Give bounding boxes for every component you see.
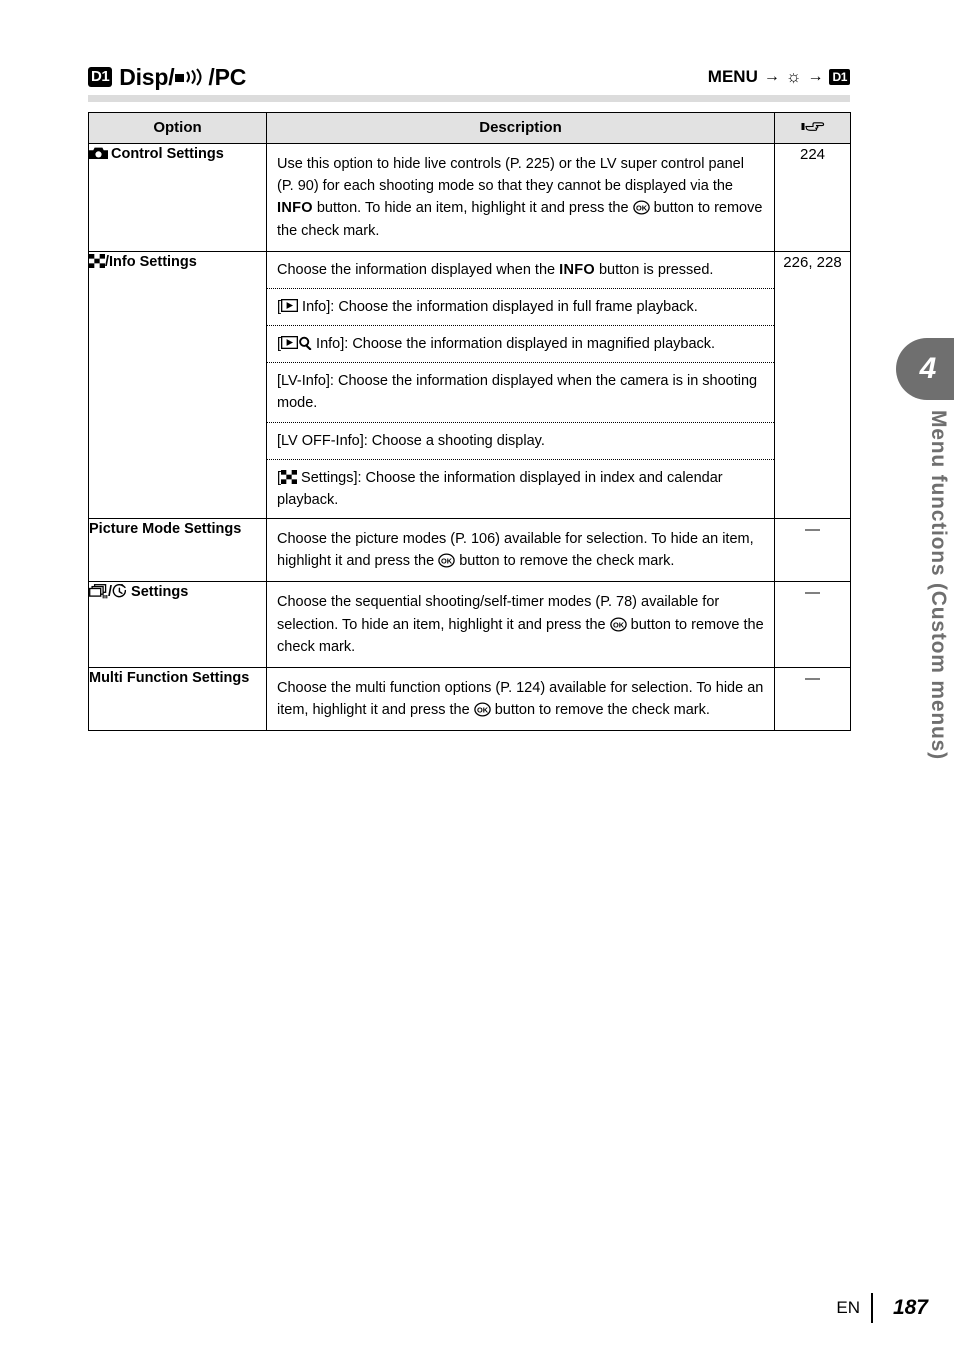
- table-row: Multi Function Settings Choose the multi…: [88, 666, 851, 732]
- reference-cell: 224: [774, 143, 851, 252]
- reference-cell: —: [774, 518, 851, 583]
- table-body: Control Settings Use this option to hide…: [88, 143, 851, 732]
- column-header-reference: [774, 112, 851, 144]
- description-paragraph: Choose the sequential shooting/self-time…: [277, 594, 764, 655]
- reference-cell: —: [774, 581, 851, 668]
- page-title-text: Disp/ /PC: [119, 64, 246, 91]
- description-paragraph: Use this option to hide live controls (P…: [277, 156, 763, 239]
- camera-icon: [89, 146, 108, 160]
- sequential-shooting-icon: [89, 584, 108, 599]
- description-paragraph: Choose the multi function options (P. 12…: [277, 679, 764, 719]
- ok-button-icon: OK: [473, 701, 491, 718]
- column-header-description: Description: [266, 112, 775, 144]
- description-subitem-lv-off-info: [LV OFF-Info]: Choose a shooting display…: [267, 421, 774, 459]
- description-cell: Choose the sequential shooting/self-time…: [266, 581, 775, 668]
- footer-language: EN: [836, 1298, 860, 1317]
- title-underline-rule: [88, 95, 850, 102]
- option-cell-control-settings: Control Settings: [88, 143, 267, 252]
- page-title-suffix: /PC: [208, 64, 247, 90]
- svg-text:OK: OK: [636, 204, 648, 213]
- title-row: D1 Disp/ /PC MENU → ☼ → D1: [88, 64, 850, 92]
- page-title-prefix: Disp/: [119, 64, 175, 90]
- description-cell: Choose the multi function options (P. 12…: [266, 666, 775, 732]
- beep-sound-icon: [174, 65, 208, 92]
- reference-cell: 226, 228: [774, 250, 851, 520]
- description-subitem-lv-info: [LV-Info]: Choose the information displa…: [267, 362, 774, 421]
- description-subitem-index-settings: [ Settings]: Choose the information disp…: [267, 458, 774, 518]
- table-row: Picture Mode Settings Choose the picture…: [88, 518, 851, 583]
- menu-target-d1-badge: D1: [829, 68, 850, 85]
- option-label: Settings: [127, 584, 189, 601]
- description-cell: Choose the picture modes (P. 106) availa…: [266, 518, 775, 583]
- svg-text:OK: OK: [477, 705, 489, 714]
- description-paragraph: Choose the picture modes (P. 106) availa…: [277, 531, 754, 570]
- svg-text:OK: OK: [613, 620, 625, 629]
- ok-button-icon: OK: [609, 616, 627, 633]
- gear-icon: ☼: [785, 67, 802, 86]
- table-header-row: Option Description: [88, 112, 851, 144]
- playback-icon: [280, 297, 299, 312]
- option-cell-info-settings: /Info Settings: [88, 250, 267, 520]
- ok-button-icon: OK: [632, 199, 650, 216]
- magnify-icon: [298, 335, 312, 351]
- arrow-right-icon: →: [763, 67, 780, 85]
- description-subitem-playback-info: [ Info]: Choose the information displaye…: [267, 287, 774, 325]
- chapter-tab: 4: [896, 338, 954, 400]
- index-checker-icon: [89, 253, 105, 268]
- reference-cell: —: [774, 666, 851, 732]
- option-label: Control Settings: [111, 146, 224, 162]
- table-row: / Settings Choose the sequential shootin…: [88, 581, 851, 668]
- option-cell-drive-selftimer-settings: / Settings: [88, 581, 267, 668]
- option-cell-multi-function-settings: Multi Function Settings: [88, 666, 267, 732]
- settings-table: Option Description Control Settings Use …: [88, 112, 851, 732]
- info-button-label: INFO: [277, 200, 313, 217]
- option-cell-picture-mode-settings: Picture Mode Settings: [88, 518, 267, 583]
- svg-text:OK: OK: [441, 557, 453, 566]
- table-row: Control Settings Use this option to hide…: [88, 143, 851, 252]
- ok-button-icon: OK: [438, 552, 455, 569]
- footer-page-number: 187: [892, 1296, 928, 1319]
- menu-label: MENU: [707, 66, 758, 86]
- page-header: D1 Disp/ /PC MENU → ☼ → D1: [88, 64, 850, 104]
- arrow-right-icon-2: →: [807, 67, 824, 85]
- index-checker-icon: [281, 469, 298, 484]
- page-footer: EN 187: [836, 1293, 928, 1323]
- self-timer-icon: [112, 584, 127, 599]
- description-subitem-magnified-info: [ Info]: Choose the information displaye…: [267, 325, 774, 362]
- info-button-label: INFO: [559, 261, 595, 278]
- chapter-title: Menu functions (Custom menus): [927, 410, 950, 760]
- custom-menu-d1-badge: D1: [88, 66, 113, 87]
- chapter-number: 4: [919, 352, 937, 385]
- description-cell: Use this option to hide live controls (P…: [266, 143, 775, 252]
- page-title: D1 Disp/ /PC: [88, 64, 246, 91]
- column-header-option: Option: [88, 112, 267, 144]
- description-cell: Choose the information displayed when th…: [266, 250, 775, 520]
- table-row: /Info Settings Choose the information di…: [88, 250, 851, 520]
- pointing-hand-icon: [801, 119, 825, 135]
- description-paragraph: Choose the information displayed when th…: [277, 261, 714, 278]
- menu-path-breadcrumb: MENU → ☼ → D1: [708, 67, 850, 89]
- option-label: /Info Settings: [105, 253, 197, 270]
- playback-icon: [280, 334, 299, 350]
